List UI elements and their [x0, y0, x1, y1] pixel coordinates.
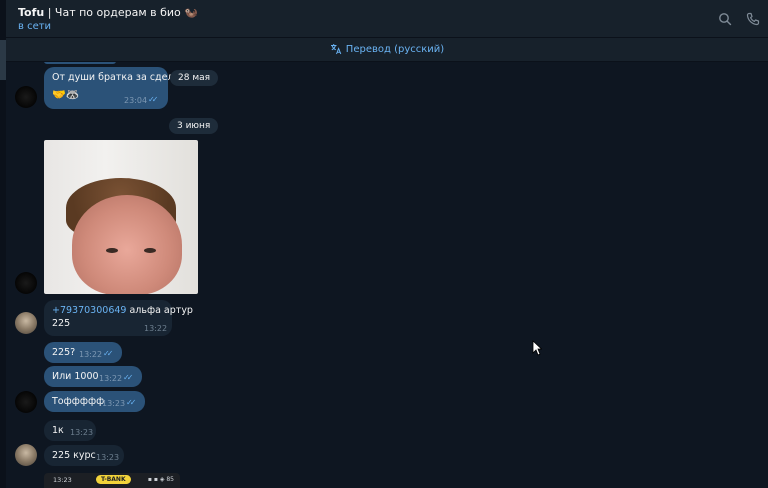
message-text: +79370300649 альфа артур: [52, 305, 193, 316]
message-text-rest: альфа артур: [126, 305, 193, 316]
message-emoji: 🤝🦝: [52, 88, 80, 101]
photo-eye: [144, 248, 156, 253]
read-checks-icon: ✓✓: [126, 398, 137, 407]
message-text: Или 1000: [52, 371, 99, 382]
date-pill: 3 июня: [169, 118, 219, 134]
chat-header[interactable]: Tofu | Чат по ордерам в био 🦦 в сети: [6, 0, 768, 38]
phone-link[interactable]: +79370300649: [52, 305, 126, 316]
message-text: 1к: [52, 425, 64, 436]
chat-title-rest: | Чат по ордерам в био 🦦: [44, 6, 198, 19]
chat-title-bold: Tofu: [18, 6, 45, 19]
chat-title[interactable]: Tofu | Чат по ордерам в био 🦦: [18, 6, 198, 19]
avatar[interactable]: [15, 391, 37, 413]
message-time: 13:22: [79, 350, 103, 359]
avatar[interactable]: [15, 272, 37, 294]
avatar[interactable]: [15, 444, 37, 466]
date-pill: 28 мая: [170, 70, 219, 86]
photo-eye: [106, 248, 118, 253]
message-bubble-outgoing[interactable]: Или 1000 13:22 ✓✓: [44, 366, 142, 387]
message-text-line2: 225: [52, 318, 71, 329]
message-text: От души братка за сделку: [52, 72, 185, 83]
read-checks-icon: ✓✓: [123, 373, 134, 382]
preview-bank-badge: T-BANK: [96, 475, 131, 484]
message-time: 13:23: [96, 453, 120, 462]
photo-face: [72, 195, 182, 294]
message-text: Тоффффф: [52, 396, 105, 407]
chat-status: в сети: [18, 21, 52, 32]
translate-label: Перевод (русский): [345, 43, 445, 55]
avatar[interactable]: [15, 86, 37, 108]
read-checks-icon: ✓✓: [148, 95, 159, 104]
photo-message[interactable]: [44, 140, 198, 294]
message-bubble-outgoing[interactable]: Тоффффф 13:23 ✓✓: [44, 391, 145, 412]
message-bubble-incoming[interactable]: +79370300649 альфа артур 225 13:22: [44, 300, 193, 336]
message-bubble-incoming[interactable]: 1к 13:23: [44, 420, 96, 441]
read-checks-icon: ✓✓: [103, 349, 114, 358]
preview-time: 13:23: [53, 476, 72, 484]
message-bubble-incoming[interactable]: 225 курс 13:23: [44, 445, 124, 466]
avatar[interactable]: [15, 312, 37, 334]
phone-icon[interactable]: [746, 12, 760, 26]
message-text: 225 курс: [52, 450, 96, 461]
message-time: 13:22: [144, 324, 168, 333]
translate-bar[interactable]: Перевод (русский): [6, 38, 768, 62]
message-bubble-outgoing[interactable]: 225? 13:22 ✓✓: [44, 342, 122, 363]
message-list[interactable]: От души братка за сделку 🤝🦝 23:04 ✓✓ 28 …: [6, 62, 768, 488]
preview-status-icons: ▪ ▪ ◈ 85: [147, 476, 174, 483]
message-bubble-partial: [44, 62, 116, 64]
message-time: 13:23: [70, 428, 94, 437]
message-time: 13:23: [102, 399, 126, 408]
message-bubble-outgoing[interactable]: От души братка за сделку 🤝🦝 23:04 ✓✓: [44, 67, 185, 109]
message-time: 13:22: [99, 374, 123, 383]
message-time: 23:04: [124, 96, 148, 105]
search-icon[interactable]: [718, 12, 732, 26]
mouse-cursor-icon: [532, 340, 542, 356]
message-text: 225?: [52, 347, 76, 358]
translate-icon: [330, 44, 342, 55]
image-message-preview[interactable]: 13:23 T-BANK ▪ ▪ ◈ 85: [44, 473, 180, 488]
